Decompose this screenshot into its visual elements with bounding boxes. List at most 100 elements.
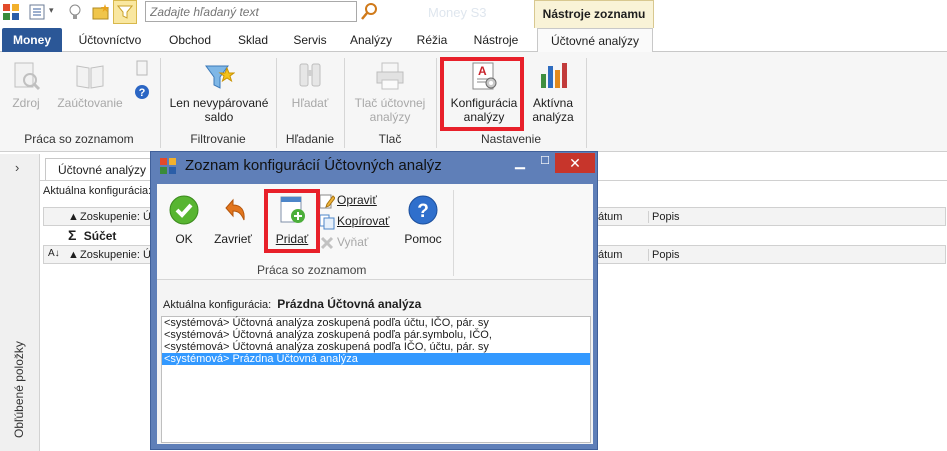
pomoc-button[interactable]: ? Pomoc	[401, 194, 445, 246]
tab-nastroje[interactable]: Nástroje	[464, 28, 528, 52]
search-input[interactable]	[145, 1, 357, 22]
group-hladanie: Hľadanie	[285, 132, 335, 146]
undo-icon	[225, 198, 245, 221]
source-icon	[14, 62, 41, 91]
saldo-label: saldo	[204, 110, 234, 124]
group-column[interactable]: Zoskupenie: Úč	[80, 211, 156, 223]
tab-rezia[interactable]: Réžia	[408, 28, 456, 52]
dialog-body: OK Zavrieť Pridať Opraviť Kopírovať Vyňa…	[157, 184, 593, 444]
sum-label: Súčet	[83, 229, 117, 243]
lightbulb-icon[interactable]	[66, 3, 84, 21]
highlight-konfiguracia	[440, 57, 524, 131]
zdroj-label: Zdroj	[12, 96, 40, 110]
zavriet-button[interactable]: Zavrieť	[209, 194, 257, 246]
favorites-panel[interactable]: › Obľúbené položky	[0, 154, 40, 451]
sigma-icon: Σ	[68, 227, 77, 243]
list-item[interactable]: <systémová> Účtovná analýza zoskupená po…	[162, 317, 590, 329]
zauctovanie-button[interactable]: Zaúčtovanie	[54, 60, 126, 110]
datum-column[interactable]: átum	[598, 211, 622, 223]
chart-icon	[541, 63, 567, 88]
binoculars-icon	[299, 63, 321, 87]
document-tab[interactable]: Účtovné analýzy	[45, 158, 153, 180]
kopirovat-button[interactable]: Kopírovať	[319, 212, 390, 230]
minimize-button[interactable]: ▁	[507, 154, 533, 172]
maximize-button[interactable]: ☐	[533, 154, 557, 172]
hladat-label: Hľadať	[291, 96, 329, 110]
tlac-label-2: analýzy	[369, 110, 411, 124]
list-item-selected[interactable]: <systémová> Prázdna Účtovná analýza	[162, 353, 590, 365]
hladat-button[interactable]: Hľadať	[280, 60, 340, 110]
dialog-title-bar[interactable]: Zoznam konfigurácií Účtovných analýz ▁ ☐…	[151, 152, 597, 178]
group-filtrovanie: Filtrovanie	[190, 132, 246, 146]
highlight-pridat	[264, 189, 320, 253]
help-icon[interactable]: ?	[134, 84, 150, 100]
folder-star-icon[interactable]	[92, 3, 110, 21]
tab-obchod[interactable]: Obchod	[160, 28, 220, 52]
len-nevyparovane-label: Len nevypárované	[169, 96, 269, 110]
tab-sklad[interactable]: Sklad	[228, 28, 278, 52]
dropdown-arrow-icon[interactable]: ▾	[49, 5, 54, 16]
printer-icon	[376, 62, 404, 90]
ok-button[interactable]: OK	[163, 194, 205, 246]
dialog-group-label: Práca so zoznamom	[257, 263, 367, 277]
popis-column[interactable]: Popis	[648, 249, 680, 261]
list-item[interactable]: <systémová> Účtovná analýza zoskupená po…	[162, 341, 590, 353]
dialog-title: Zoznam konfigurácií Účtovných analýz	[185, 157, 442, 174]
datum-column[interactable]: átum	[598, 249, 622, 261]
document-icon[interactable]	[134, 60, 150, 76]
tab-money[interactable]: Money	[2, 28, 62, 52]
context-tab-label: Nástroje zoznamu	[534, 0, 654, 28]
close-icon: ✕	[569, 155, 581, 171]
tab-servis[interactable]: Servis	[285, 28, 335, 52]
zavriet-label: Zavrieť	[214, 232, 252, 246]
separator	[160, 58, 161, 148]
separator	[453, 190, 454, 276]
svg-text:?: ?	[139, 87, 146, 99]
delete-icon	[320, 236, 334, 249]
filter-icon	[117, 5, 133, 19]
ok-label: OK	[175, 232, 193, 246]
vynat-label: Vyňať	[337, 235, 369, 249]
config-list[interactable]: <systémová> Účtovná analýza zoskupená po…	[161, 316, 591, 443]
close-button[interactable]: ✕	[555, 153, 595, 173]
group-column[interactable]: Zoskupenie: Úč	[80, 249, 156, 261]
config-label: Aktuálna konfigurácia:	[43, 185, 152, 197]
app-title: Money S3	[428, 5, 487, 20]
list-item[interactable]: <systémová> Účtovná analýza zoskupená po…	[162, 329, 590, 341]
favorites-label: Obľúbené položky	[12, 341, 26, 438]
dialog-config-value: Prázdna Účtovná analýza	[277, 297, 422, 311]
filter-toggle[interactable]	[113, 0, 137, 24]
zdroj-button[interactable]: Zdroj	[6, 60, 46, 110]
pomoc-label: Pomoc	[404, 232, 442, 246]
opravit-button[interactable]: Opraviť	[319, 191, 377, 209]
sort-asc-icon: ▲	[68, 249, 79, 261]
popis-column[interactable]: Popis	[648, 211, 680, 223]
dialog-config-label: Aktuálna konfigurácia:	[163, 299, 272, 311]
edit-icon	[319, 194, 335, 209]
separator	[344, 58, 345, 148]
tab-analyzy[interactable]: Analýzy	[342, 28, 400, 52]
group-nastavenie: Nastavenie	[480, 132, 542, 146]
list-icon[interactable]	[28, 3, 46, 21]
dialog-toolbar: OK Zavrieť Pridať Opraviť Kopírovať Vyňa…	[157, 184, 593, 280]
help-circle-icon: ?	[408, 195, 438, 225]
vynat-button[interactable]: Vyňať	[319, 233, 368, 251]
copy-icon	[319, 214, 335, 230]
tab-uctovnictvo[interactable]: Účtovníctvo	[70, 28, 150, 52]
tab-uctovne-analyzy[interactable]: Účtovné analýzy	[537, 28, 653, 53]
group-tlac: Tlač	[378, 132, 402, 146]
book-icon	[76, 65, 104, 89]
len-nevyparovane-saldo-button[interactable]: Len nevypárované saldo	[164, 60, 274, 124]
group-praca-so-zoznamom: Práca so zoznamom	[24, 132, 134, 146]
aktivna-analyza-button[interactable]: Aktívna analýza	[526, 60, 580, 124]
expand-chevron-icon[interactable]: ›	[15, 160, 19, 175]
app-logo-icon[interactable]	[2, 3, 20, 21]
separator	[276, 58, 277, 148]
search-icon[interactable]	[360, 1, 380, 22]
tlac-uctovnej-analyzy-button[interactable]: Tlač účtovnej analýzy	[348, 60, 432, 124]
separator	[436, 58, 437, 148]
dialog-config-row: Aktuálna konfigurácia: Prázdna Účtovná an…	[157, 294, 593, 316]
zauctovanie-label: Zaúčtovanie	[57, 96, 123, 110]
sort-az-icon[interactable]: A↓	[48, 248, 60, 259]
funnel-star-icon	[205, 65, 235, 89]
